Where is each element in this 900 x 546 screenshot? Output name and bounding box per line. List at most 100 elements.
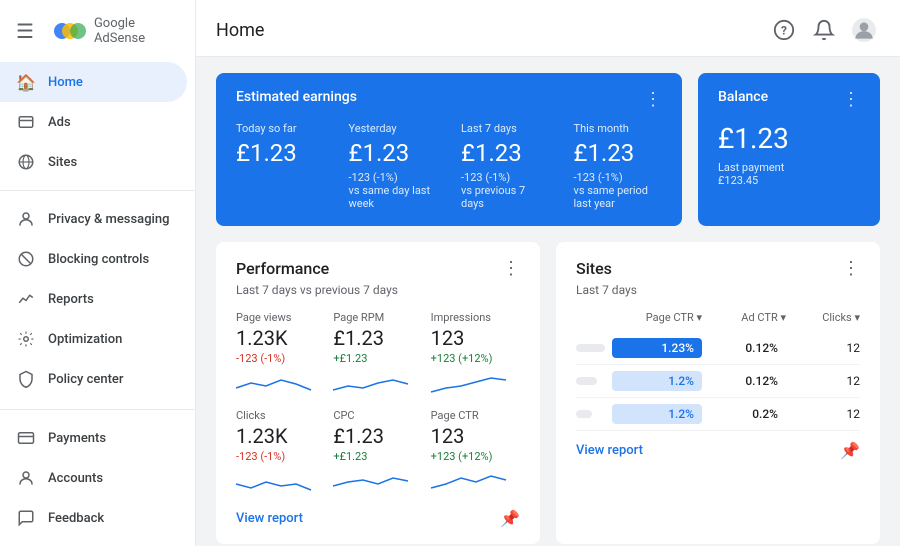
earnings-row: Estimated earnings ⋮ Today so far £1.23 … <box>216 73 880 226</box>
metric-yesterday: Yesterday £1.23 -123 (-1%) vs same day l… <box>349 122 438 210</box>
sidebar-item-policy[interactable]: Policy center <box>0 359 187 399</box>
performance-pin-icon: 📌 <box>500 509 520 528</box>
metric-today-value: £1.23 <box>236 139 325 167</box>
sidebar-item-feedback[interactable]: Feedback <box>0 498 187 538</box>
perf-cpc-sparkline <box>333 463 422 499</box>
metric-yesterday-label: Yesterday <box>349 122 438 135</box>
account-button[interactable] <box>848 14 880 46</box>
perf-pagerpm-sparkline <box>333 365 422 401</box>
sites-table-header: Page CTR ▾ Ad CTR ▾ Clicks ▾ <box>576 311 860 324</box>
perf-impressions-sparkline <box>431 365 520 401</box>
perf-pagectr-value: 123 <box>431 424 520 448</box>
perf-impressions-value: 123 <box>431 326 520 350</box>
content-area: Estimated earnings ⋮ Today so far £1.23 … <box>196 57 900 546</box>
sidebar-item-reports[interactable]: Reports <box>0 279 187 319</box>
balance-last-payment-label: Last payment <box>718 161 860 174</box>
sidebar-label-accounts: Accounts <box>48 471 103 486</box>
metric-last7-label: Last 7 days <box>461 122 550 135</box>
sidebar-label-reports: Reports <box>48 292 94 307</box>
earnings-card-menu[interactable]: ⋮ <box>644 89 662 110</box>
site-clicks-3: 12 <box>790 407 860 421</box>
hamburger-menu[interactable]: ☰ <box>16 19 34 43</box>
perf-pageviews-value: 1.23K <box>236 326 325 350</box>
metric-today-label: Today so far <box>236 122 325 135</box>
sidebar-item-sites[interactable]: Sites <box>0 142 187 182</box>
help-button[interactable]: ? <box>768 14 800 46</box>
perf-cpc-change: +£1.23 <box>333 450 422 463</box>
reports-icon <box>16 289 36 309</box>
metric-yesterday-value: £1.23 <box>349 139 438 167</box>
site-clicks-2: 12 <box>790 374 860 388</box>
ads-icon <box>16 112 36 132</box>
metric-yesterday-change: -123 (-1%) vs same day last week <box>349 171 438 210</box>
privacy-icon <box>16 209 36 229</box>
sites-col-adctr[interactable]: Ad CTR ▾ <box>706 311 786 324</box>
notification-button[interactable] <box>808 14 840 46</box>
sidebar-item-ads[interactable]: Ads <box>0 102 187 142</box>
performance-title: Performance <box>236 259 329 278</box>
perf-cpc-label: CPC <box>333 409 422 422</box>
table-row: 1.2% 0.2% 12 <box>576 398 860 431</box>
page-title: Home <box>216 20 264 41</box>
earnings-card-title: Estimated earnings <box>236 89 357 105</box>
performance-menu[interactable]: ⋮ <box>502 258 520 279</box>
site-pagectr-3: 1.2% <box>612 404 702 424</box>
perf-pagerpm-value: £1.23 <box>333 326 422 350</box>
perf-clicks: Clicks 1.23K -123 (-1%) <box>236 409 325 499</box>
app-name-label: Google AdSense <box>94 16 179 46</box>
table-row: 1.2% 0.12% 12 <box>576 365 860 398</box>
perf-pagectr: Page CTR 123 +123 (+12%) <box>431 409 520 499</box>
sidebar-label-policy: Policy center <box>48 372 123 387</box>
perf-clicks-label: Clicks <box>236 409 325 422</box>
main-header: Home ? <box>196 0 900 57</box>
site-adctr-1: 0.12% <box>706 338 786 358</box>
perf-cpc: CPC £1.23 +£1.23 <box>333 409 422 499</box>
sites-col-clicks[interactable]: Clicks ▾ <box>790 311 860 324</box>
sites-col-pagectr[interactable]: Page CTR ▾ <box>612 311 702 324</box>
sidebar-label-optimization: Optimization <box>48 332 122 347</box>
sites-menu[interactable]: ⋮ <box>842 258 860 279</box>
sidebar-item-payments[interactable]: Payments <box>0 418 187 458</box>
metric-last7-change: -123 (-1%) vs previous 7 days <box>461 171 550 210</box>
sites-view-report[interactable]: View report 📌 <box>576 441 860 460</box>
app-logo: ☰ Google AdSense <box>0 8 195 62</box>
sidebar-item-blocking[interactable]: Blocking controls <box>0 239 187 279</box>
balance-card-menu[interactable]: ⋮ <box>842 89 860 110</box>
sidebar-divider-1 <box>0 190 195 191</box>
sidebar-label-home: Home <box>48 75 83 90</box>
sidebar-item-optimization[interactable]: Optimization <box>0 319 187 359</box>
header-icons: ? <box>768 14 880 46</box>
site-pagectr-2: 1.2% <box>612 371 702 391</box>
perf-impressions-change: +123 (+12%) <box>431 352 520 365</box>
perf-impressions-label: Impressions <box>431 311 520 324</box>
perf-impressions: Impressions 123 +123 (+12%) <box>431 311 520 401</box>
payments-icon <box>16 428 36 448</box>
optimization-icon <box>16 329 36 349</box>
metric-today: Today so far £1.23 <box>236 122 325 210</box>
feedback-icon <box>16 508 36 528</box>
sidebar-item-home[interactable]: 🏠 Home <box>0 62 187 102</box>
sidebar-item-privacy[interactable]: Privacy & messaging <box>0 199 187 239</box>
perf-pageviews: Page views 1.23K -123 (-1%) <box>236 311 325 401</box>
performance-header: Performance ⋮ <box>236 258 520 279</box>
policy-icon <box>16 369 36 389</box>
perf-clicks-value: 1.23K <box>236 424 325 448</box>
sidebar-label-privacy: Privacy & messaging <box>48 212 169 227</box>
sidebar-label-feedback: Feedback <box>48 511 104 526</box>
earnings-card-header: Estimated earnings ⋮ <box>236 89 662 110</box>
sidebar: ☰ Google AdSense 🏠 Home Ads Sites Privac… <box>0 0 196 546</box>
svg-text:?: ? <box>781 24 787 38</box>
site-bar-3 <box>576 410 608 418</box>
sites-subtitle: Last 7 days <box>576 283 860 297</box>
perf-pageviews-label: Page views <box>236 311 325 324</box>
site-adctr-2: 0.12% <box>706 371 786 391</box>
metric-last7: Last 7 days £1.23 -123 (-1%) vs previous… <box>461 122 550 210</box>
performance-view-report[interactable]: View report 📌 <box>236 509 520 528</box>
adsense-logo-icon <box>54 20 86 42</box>
sidebar-item-accounts[interactable]: Accounts <box>0 458 187 498</box>
home-icon: 🏠 <box>16 72 36 92</box>
sidebar-label-payments: Payments <box>48 431 106 446</box>
estimated-earnings-card: Estimated earnings ⋮ Today so far £1.23 … <box>216 73 682 226</box>
site-adctr-3: 0.2% <box>706 404 786 424</box>
site-bar-1 <box>576 344 608 352</box>
